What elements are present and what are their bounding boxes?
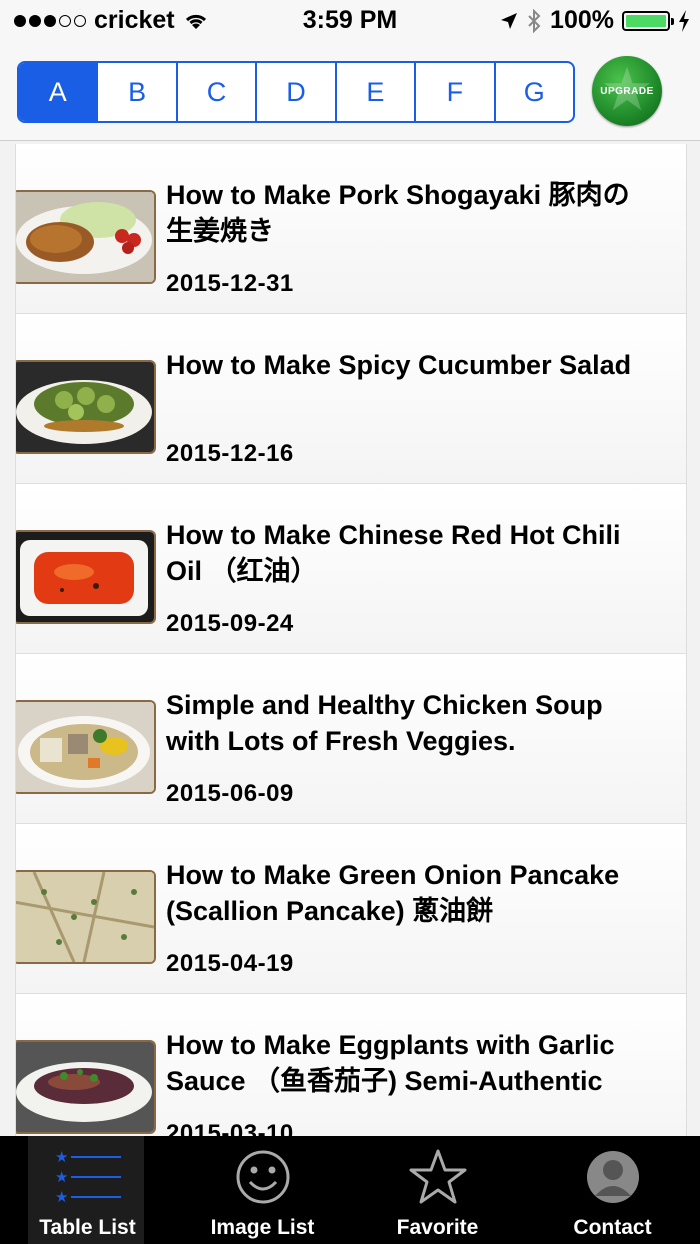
upgrade-label: UPGRADE — [600, 85, 654, 97]
scallion-pancake-image — [16, 872, 154, 962]
tab-favorite[interactable]: Favorite — [350, 1136, 525, 1244]
tab-table-list[interactable]: ★ ★ ★ Table List — [0, 1136, 175, 1244]
star-icon — [350, 1148, 525, 1206]
segment-a[interactable]: A — [19, 63, 97, 121]
recipe-title: How to Make Eggplants with Garlic Sauce … — [166, 1030, 615, 1096]
person-icon — [525, 1148, 700, 1206]
list-item[interactable]: How to Make Chinese Red Hot Chili Oil （红… — [16, 484, 686, 654]
recipe-date: 2015-12-16 — [166, 440, 294, 467]
list-item[interactable]: How to Make Green Onion Pancake (Scallio… — [16, 824, 686, 994]
tab-label: Image List — [210, 1216, 315, 1239]
segment-d[interactable]: D — [255, 63, 334, 121]
recipe-thumbnail — [16, 530, 156, 624]
svg-text:★: ★ — [55, 1188, 68, 1206]
tab-image-list[interactable]: Image List — [175, 1136, 350, 1244]
pork-shogayaki-image — [16, 192, 154, 282]
svg-text:★: ★ — [55, 1168, 68, 1186]
svg-text:★: ★ — [55, 1148, 68, 1166]
recipe-date: 2015-06-09 — [166, 780, 294, 807]
tab-label: Favorite — [396, 1216, 479, 1239]
top-bar: A B C D E F G ★ UPGRADE — [0, 44, 700, 141]
tab-label: Contact — [573, 1216, 652, 1239]
recipe-date: 2015-03-10 — [166, 1120, 294, 1136]
recipe-list: How to Make Pork Shogayaki 豚肉の 生姜焼き 2015… — [15, 144, 687, 1136]
recipe-title: How to Make Chinese Red Hot Chili Oil （红… — [166, 520, 621, 586]
recipe-title: How to Make Pork Shogayaki 豚肉の 生姜焼き — [166, 180, 630, 246]
bluetooth-icon — [528, 8, 541, 33]
recipe-date: 2015-12-31 — [166, 270, 294, 297]
recipe-date: 2015-09-24 — [166, 610, 294, 637]
segment-g[interactable]: G — [493, 63, 573, 121]
segment-e[interactable]: E — [334, 63, 414, 121]
recipe-thumbnail — [16, 870, 156, 964]
cucumber-salad-image — [16, 362, 154, 452]
segment-c[interactable]: C — [175, 63, 255, 121]
recipe-thumbnail — [16, 1040, 156, 1134]
chicken-soup-image — [16, 702, 154, 792]
list-item[interactable]: How to Make Spicy Cucumber Salad 2015-12… — [16, 314, 686, 484]
upgrade-button[interactable]: ★ UPGRADE — [592, 56, 662, 126]
status-bar: cricket 3:59 PM 100% — [0, 0, 700, 44]
status-right: 100% — [500, 6, 690, 35]
recipe-title: How to Make Green Onion Pancake (Scallio… — [166, 860, 620, 926]
chili-oil-image — [16, 532, 154, 622]
recipe-title: Simple and Healthy Chicken Soup with Lot… — [166, 690, 603, 756]
recipe-thumbnail — [16, 190, 156, 284]
eggplant-garlic-image — [16, 1042, 154, 1132]
battery-percent: 100% — [550, 6, 614, 34]
list-item[interactable]: Simple and Healthy Chicken Soup with Lot… — [16, 654, 686, 824]
segment-f[interactable]: F — [414, 63, 493, 121]
alphabet-segmented-control: A B C D E F G — [17, 61, 575, 123]
recipe-thumbnail — [16, 360, 156, 454]
list-item[interactable]: How to Make Pork Shogayaki 豚肉の 生姜焼き 2015… — [16, 144, 686, 314]
recipe-title: How to Make Spicy Cucumber Salad — [166, 350, 632, 380]
location-arrow-icon — [501, 12, 518, 29]
smiley-icon — [175, 1148, 350, 1206]
tab-contact[interactable]: Contact — [525, 1136, 700, 1244]
segment-b[interactable]: B — [96, 63, 175, 121]
charging-bolt-icon — [679, 9, 689, 32]
tab-bar: ★ ★ ★ Table List Image List Favorite Con… — [0, 1136, 700, 1244]
recipe-date: 2015-04-19 — [166, 950, 294, 977]
list-icon: ★ ★ ★ — [0, 1148, 175, 1210]
list-item[interactable]: How to Make Eggplants with Garlic Sauce … — [16, 994, 686, 1136]
tab-label: Table List — [39, 1216, 136, 1239]
recipe-thumbnail — [16, 700, 156, 794]
battery-icon — [622, 10, 674, 31]
